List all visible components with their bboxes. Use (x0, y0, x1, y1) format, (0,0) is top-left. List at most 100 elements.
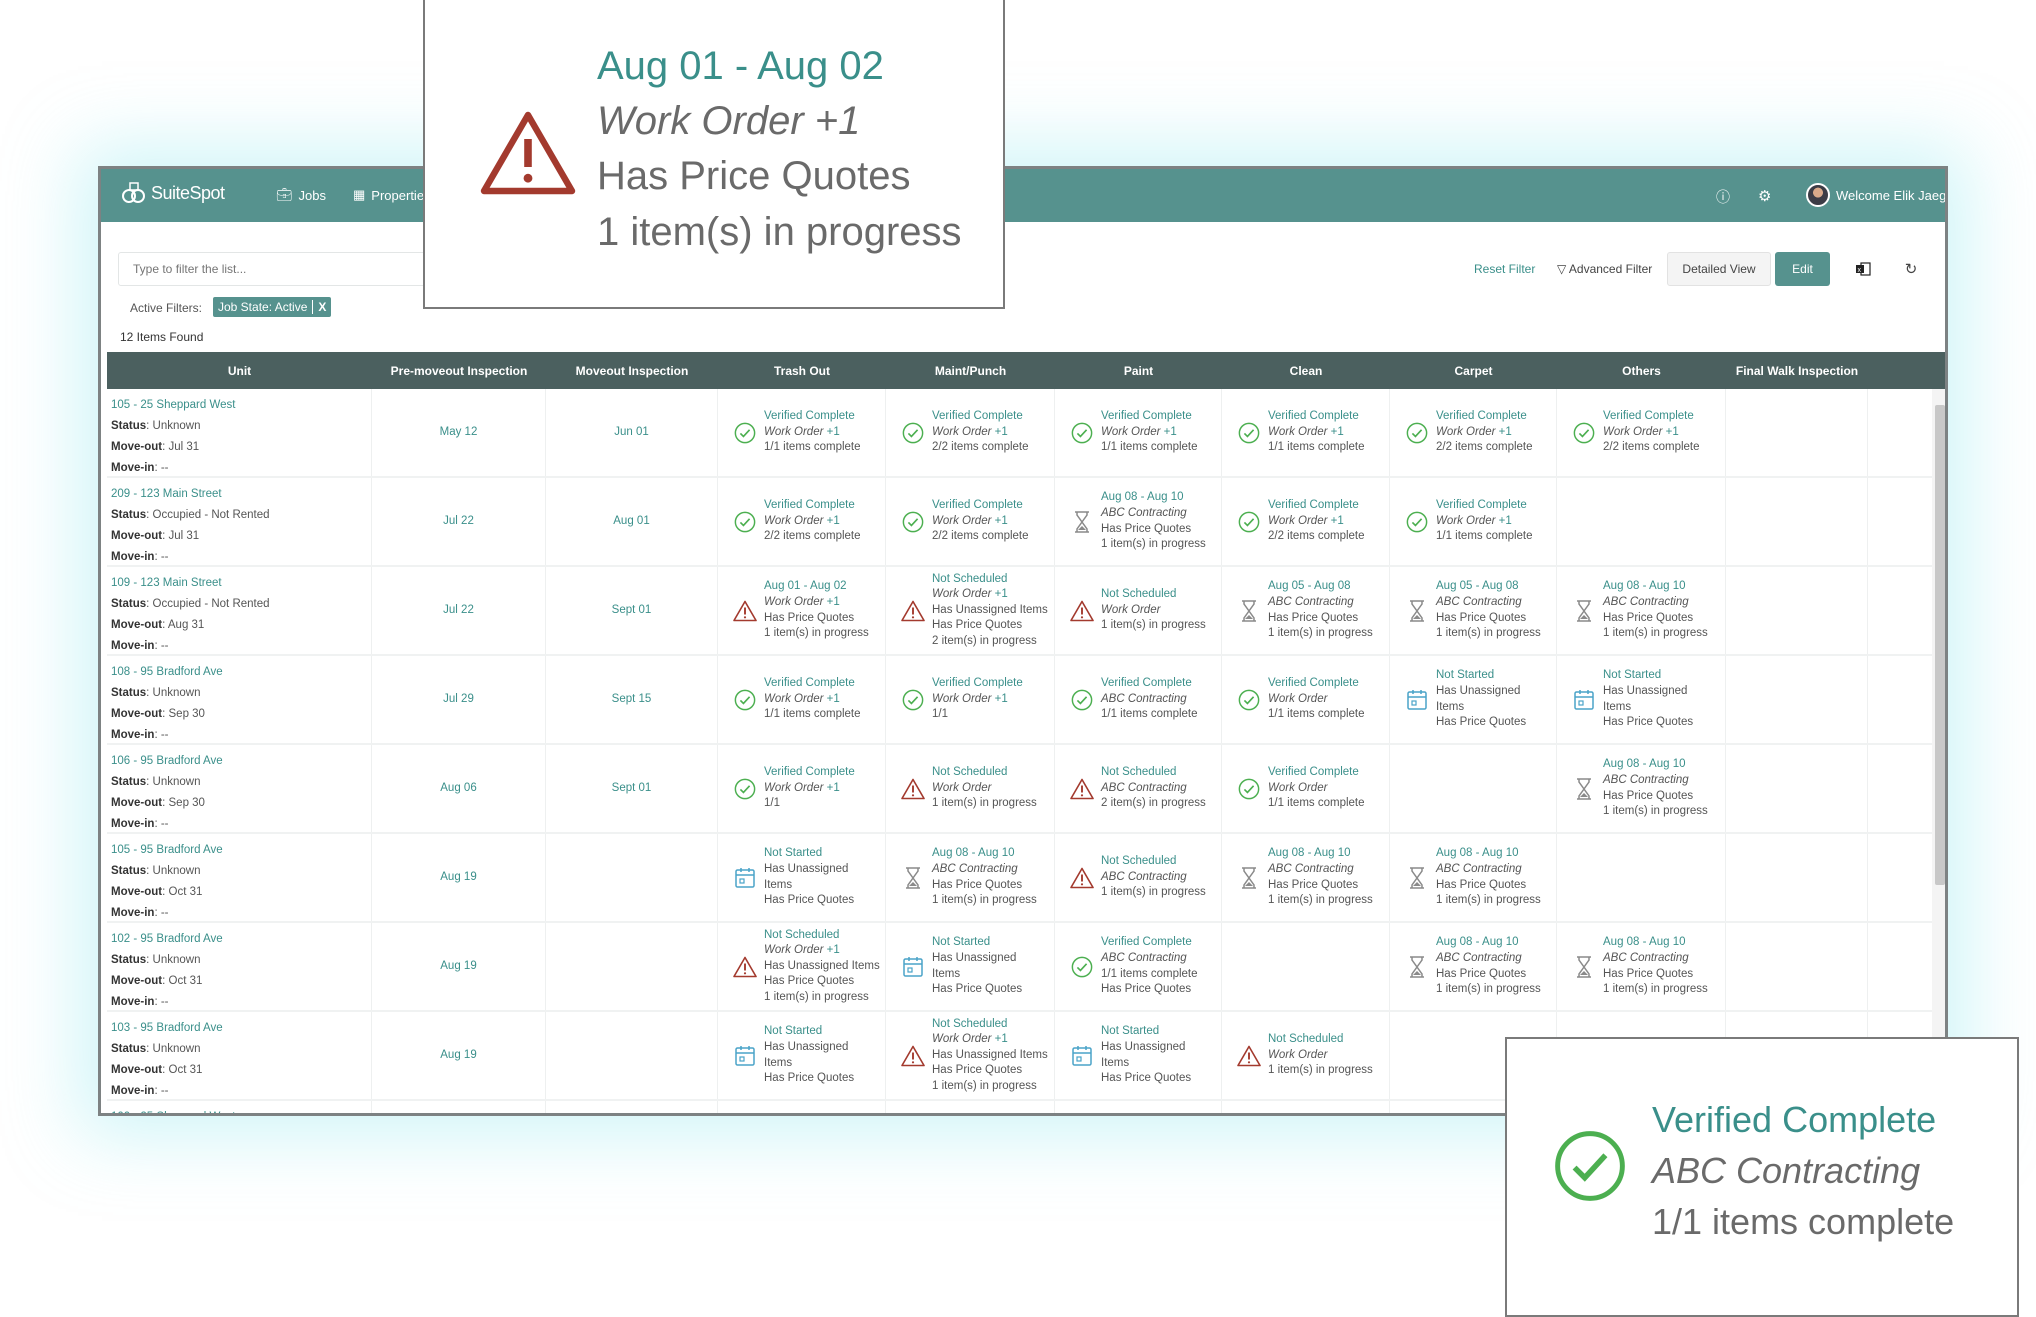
job-status-cell[interactable]: Not Started Has Unassigned Items Has Price … (1557, 656, 1726, 743)
job-status-cell[interactable]: Not Scheduled Work Order 1 item(s) in prog… (1055, 567, 1222, 654)
pre-moveout-date[interactable]: Jul 22 (372, 567, 546, 654)
pre-moveout-date[interactable] (372, 1101, 546, 1113)
table-row[interactable]: 105 - 95 Bradford Ave Status: Unknown Mov… (107, 834, 1945, 923)
column-header[interactable]: Paint (1055, 364, 1222, 378)
moveout-date[interactable] (546, 1101, 718, 1113)
job-status-cell[interactable]: Not Started Has Unassigned Items Has Price … (718, 1012, 886, 1099)
pre-moveout-date[interactable]: Aug 19 (372, 923, 546, 1010)
job-status-cell[interactable]: Aug 01 - Aug 02 Work Order +1 Has Price Qu… (718, 567, 886, 654)
job-status-cell[interactable]: Verified Complete Work Order +1 1/1 items … (718, 656, 886, 743)
user-menu[interactable]: Welcome Elik Jaeger (1806, 183, 1945, 207)
edit-button[interactable]: Edit (1775, 252, 1830, 286)
help-icon[interactable]: ⓘ (1716, 187, 1730, 207)
column-header[interactable]: Trash Out (718, 364, 886, 378)
job-status-cell[interactable]: Verified Complete Work Order +1 1/1 (718, 745, 886, 832)
moveout-date[interactable]: Sept 15 (546, 656, 718, 743)
job-status-cell[interactable]: Verified Complete Work Order +1 1/1 items … (1390, 478, 1557, 565)
job-status-cell[interactable]: Verified Complete Work Order 1/1 items com… (1222, 656, 1390, 743)
job-status-cell[interactable]: Not Scheduled Work Order +1 Has Unassigned… (718, 923, 886, 1010)
column-header[interactable]: Moveout Inspection (546, 364, 718, 378)
column-header[interactable]: Maint/Punch (886, 364, 1055, 378)
job-status-cell[interactable]: Not Scheduled Work Order +1 Has Unassigned… (886, 567, 1055, 654)
job-status-cell[interactable]: Verified Complete Work Order +1 1/1 (886, 656, 1055, 743)
excel-export-icon[interactable]: x (1851, 252, 1875, 286)
column-header[interactable]: Pre-moveout Inspection (372, 364, 546, 378)
moveout-date[interactable]: Sept 01 (546, 567, 718, 654)
table-row[interactable]: 105 - 25 Sheppard West Status: Unknown Mo… (107, 389, 1945, 478)
refresh-icon[interactable]: ↻ (1899, 252, 1923, 286)
pre-moveout-date[interactable]: Aug 19 (372, 1012, 546, 1099)
detailed-view-button[interactable]: Detailed View (1667, 252, 1771, 286)
column-header[interactable]: Final Walk Inspection (1726, 364, 1868, 378)
job-status-cell[interactable]: Not Scheduled ABC Contracting 2 item(s) in… (1055, 745, 1222, 832)
moveout-date[interactable] (546, 923, 718, 1010)
job-status-cell[interactable]: Not Started Has Unassigned Items Has Price … (886, 923, 1055, 1010)
nav-properties[interactable]: ▦ Properties (353, 187, 431, 203)
job-status-cell[interactable]: Verified Complete Work Order +1 1/1 items … (718, 389, 886, 476)
job-status-cell[interactable]: Not Scheduled ABC Contracting 1 item(s) in… (1055, 834, 1222, 921)
scrollbar[interactable] (1932, 389, 1945, 1113)
pre-moveout-date[interactable]: Jul 22 (372, 478, 546, 565)
unit-link[interactable]: 209 - 123 Main Street (111, 484, 367, 505)
job-status-cell[interactable]: Verified Complete Work Order +1 2/2 items … (1222, 478, 1390, 565)
job-status-cell[interactable]: Aug 08 - Aug 10 ABC Contracting Has Price … (1222, 834, 1390, 921)
unit-link[interactable]: 102 - 95 Bradford Ave (111, 929, 367, 950)
job-status-cell[interactable]: Aug 08 - Aug 10 ABC Contracting Has Price … (1390, 923, 1557, 1010)
unit-link[interactable]: 103 - 95 Bradford Ave (111, 1018, 367, 1039)
table-row[interactable]: 102 - 95 Bradford Ave Status: Unknown Mov… (107, 923, 1945, 1012)
moveout-date[interactable]: Jun 01 (546, 389, 718, 476)
job-status-cell[interactable]: Verified Complete Work Order +1 2/2 items … (718, 478, 886, 565)
pre-moveout-date[interactable]: Aug 06 (372, 745, 546, 832)
moveout-date[interactable] (546, 834, 718, 921)
table-row[interactable]: 108 - 95 Bradford Ave Status: Unknown Mov… (107, 656, 1945, 745)
unit-link[interactable]: 105 - 95 Bradford Ave (111, 840, 367, 861)
column-header[interactable]: Carpet (1390, 364, 1557, 378)
job-status-cell[interactable]: Aug 08 - Aug 10 ABC Contracting Has Price … (1390, 834, 1557, 921)
job-status-cell[interactable]: Aug 05 - Aug 08 ABC Contracting Has Price … (1390, 567, 1557, 654)
unit-link[interactable]: 108 - 95 Bradford Ave (111, 662, 367, 683)
job-status-cell[interactable]: Verified Complete ABC Contracting 1/1 item… (1055, 923, 1222, 1010)
pre-moveout-date[interactable]: Jul 29 (372, 656, 546, 743)
job-status-cell[interactable]: Verified Complete Work Order +1 1/1 items … (1055, 389, 1222, 476)
job-status-cell[interactable]: Aug 08 - Aug 10 ABC Contracting Has Price … (886, 834, 1055, 921)
advanced-filter-button[interactable]: ▽ Advanced Filter (1557, 262, 1652, 276)
column-header[interactable]: Others (1557, 364, 1726, 378)
job-status-cell[interactable]: Aug 05 - Aug 08 ABC Contracting Has Price … (1222, 567, 1390, 654)
job-status-cell[interactable]: Not Started Has Unassigned Items Has Price … (718, 834, 886, 921)
job-status-cell[interactable]: Verified Complete Work Order 1/1 items com… (1222, 745, 1390, 832)
job-status-cell[interactable]: Verified Complete Work Order +1 2/2 items … (1557, 389, 1726, 476)
job-status-cell[interactable]: Not Scheduled Work Order 1 item(s) in prog… (1222, 1012, 1390, 1099)
filter-input[interactable] (118, 252, 438, 286)
scrollbar-thumb[interactable] (1935, 405, 1945, 885)
column-header[interactable]: Unit (107, 364, 372, 378)
job-status-cell[interactable]: Aug 08 - Aug 10 ABC Contracting Has Price … (1557, 923, 1726, 1010)
moveout-date[interactable] (546, 1012, 718, 1099)
job-status-cell[interactable]: Not Started Has Unassigned Items Has Price … (1055, 1012, 1222, 1099)
job-status-cell[interactable]: Not Started Has Unassigned Items Has Price … (1390, 656, 1557, 743)
job-status-cell[interactable]: Aug 08 - Aug 10 ABC Contracting Has Price … (1557, 567, 1726, 654)
table-row[interactable]: 106 - 95 Bradford Ave Status: Unknown Mov… (107, 745, 1945, 834)
job-status-cell[interactable]: Not Scheduled Work Order 1 item(s) in prog… (886, 745, 1055, 832)
pre-moveout-date[interactable]: Aug 19 (372, 834, 546, 921)
pre-moveout-date[interactable]: May 12 (372, 389, 546, 476)
reset-filter-link[interactable]: Reset Filter (1474, 262, 1535, 276)
gear-icon[interactable]: ⚙ (1758, 187, 1771, 205)
unit-link[interactable]: 109 - 123 Main Street (111, 573, 367, 594)
job-status-cell[interactable]: Verified Complete Work Order +1 2/2 items … (1390, 389, 1557, 476)
remove-filter-button[interactable]: X (312, 300, 331, 314)
moveout-date[interactable]: Aug 01 (546, 478, 718, 565)
job-status-cell[interactable]: Verified Complete Work Order +1 1/1 items … (1222, 389, 1390, 476)
job-status-cell[interactable]: Verified Complete Work Order +1 2/2 items … (886, 389, 1055, 476)
job-status-cell[interactable]: Aug 08 - Aug 10 ABC Contracting Has Price … (1055, 478, 1222, 565)
unit-link[interactable]: 106 - 95 Bradford Ave (111, 751, 367, 772)
unit-link[interactable]: 100 - 25 Sheppard West (111, 1107, 367, 1113)
unit-link[interactable]: 105 - 25 Sheppard West (111, 395, 367, 416)
column-header[interactable]: Clean (1222, 364, 1390, 378)
table-row[interactable]: 209 - 123 Main Street Status: Occupied - … (107, 478, 1945, 567)
suitespot-logo[interactable]: SuiteSpot (121, 181, 225, 205)
job-status-cell[interactable]: Not Scheduled Work Order +1 Has Unassigned… (886, 1012, 1055, 1099)
moveout-date[interactable]: Sept 01 (546, 745, 718, 832)
table-row[interactable]: 109 - 123 Main Street Status: Occupied - … (107, 567, 1945, 656)
nav-jobs[interactable]: 💼︎ Jobs (276, 187, 326, 203)
job-status-cell[interactable]: Aug 08 - Aug 10 ABC Contracting Has Price … (1557, 745, 1726, 832)
